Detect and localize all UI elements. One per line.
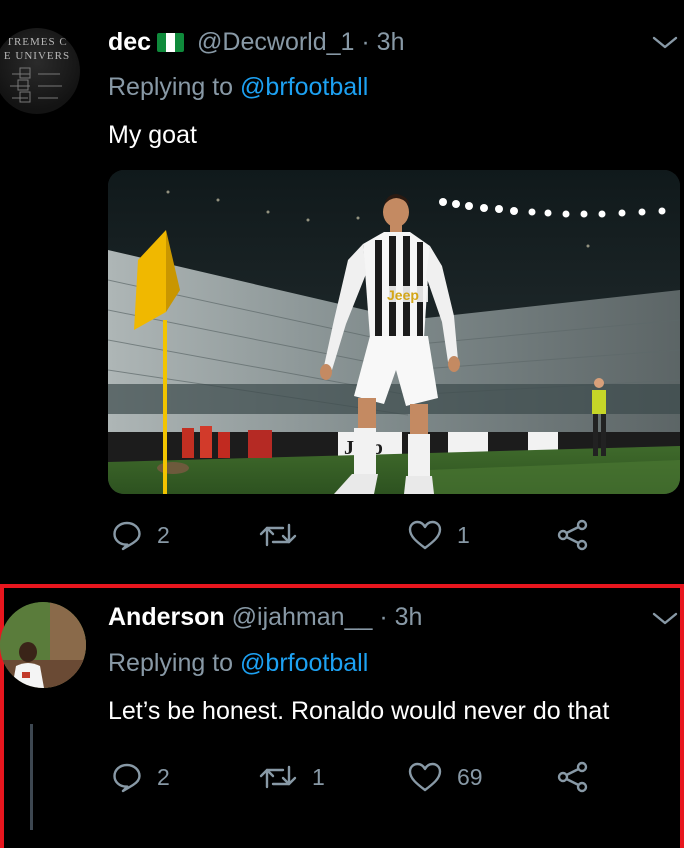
timestamp[interactable]: 3h: [395, 603, 423, 631]
replying-to: Replying to @brfootball: [108, 648, 368, 678]
avatar[interactable]: TREMES C E UNIVERS: [0, 28, 80, 114]
like-count: 69: [457, 763, 483, 790]
tweet-header: dec @Decworld_1 · 3h: [108, 27, 404, 57]
share-button[interactable]: [556, 518, 590, 552]
display-name[interactable]: dec: [108, 28, 151, 56]
chevron-down-icon[interactable]: [650, 608, 680, 628]
like-button[interactable]: 69: [407, 760, 483, 794]
thread-line: [30, 724, 33, 830]
replying-to: Replying to @brfootball: [108, 72, 368, 102]
mention-link[interactable]: @brfootball: [240, 649, 368, 677]
retweet-icon: [259, 765, 297, 789]
reply-count: 2: [157, 763, 170, 790]
handle[interactable]: @ijahman__: [232, 603, 373, 631]
tweet-anderson[interactable]: Anderson @ijahman__ · 3h Replying to @br…: [0, 584, 684, 848]
reply-icon: [113, 763, 141, 793]
retweet-count: 1: [312, 763, 325, 790]
tweet-photo[interactable]: Jeep: [108, 170, 680, 494]
like-button[interactable]: 1: [407, 518, 470, 552]
timestamp[interactable]: 3h: [377, 28, 405, 56]
handle[interactable]: @Decworld_1: [197, 28, 354, 56]
retweet-button[interactable]: [258, 518, 312, 552]
share-button[interactable]: [556, 760, 590, 794]
replying-to-label: Replying to: [108, 73, 234, 101]
like-count: 1: [457, 521, 470, 548]
heart-icon: [408, 762, 442, 792]
mention-link[interactable]: @brfootball: [240, 73, 368, 101]
nigeria-flag-icon: [157, 33, 185, 52]
reply-button[interactable]: 2: [111, 518, 170, 552]
tweet-dec[interactable]: TREMES C E UNIVERS dec @Decworld_1 · 3h …: [0, 0, 684, 578]
heart-icon: [408, 520, 442, 550]
share-icon: [557, 761, 588, 793]
tweet-text: My goat: [108, 121, 197, 149]
chevron-down-icon[interactable]: [650, 32, 680, 52]
separator: ·: [361, 28, 370, 56]
avatar[interactable]: [0, 602, 86, 688]
reply-button[interactable]: 2: [111, 760, 170, 794]
shirt-sponsor-text: Jeep: [387, 287, 419, 303]
avatar-photo: [0, 602, 86, 688]
display-name[interactable]: Anderson: [108, 603, 225, 631]
retweet-icon: [259, 523, 297, 547]
avatar-scribbles: [10, 67, 62, 103]
tweet-text: Let’s be honest. Ronaldo would never do …: [108, 697, 610, 725]
replying-to-label: Replying to: [108, 649, 234, 677]
share-icon: [557, 519, 588, 551]
tweet-header: Anderson @ijahman__ · 3h: [108, 602, 422, 632]
stadium-photo: Jeep: [108, 170, 680, 494]
retweet-button[interactable]: 1: [258, 760, 325, 794]
reply-icon: [113, 521, 141, 551]
reply-count: 2: [157, 521, 170, 548]
separator: ·: [379, 603, 388, 631]
